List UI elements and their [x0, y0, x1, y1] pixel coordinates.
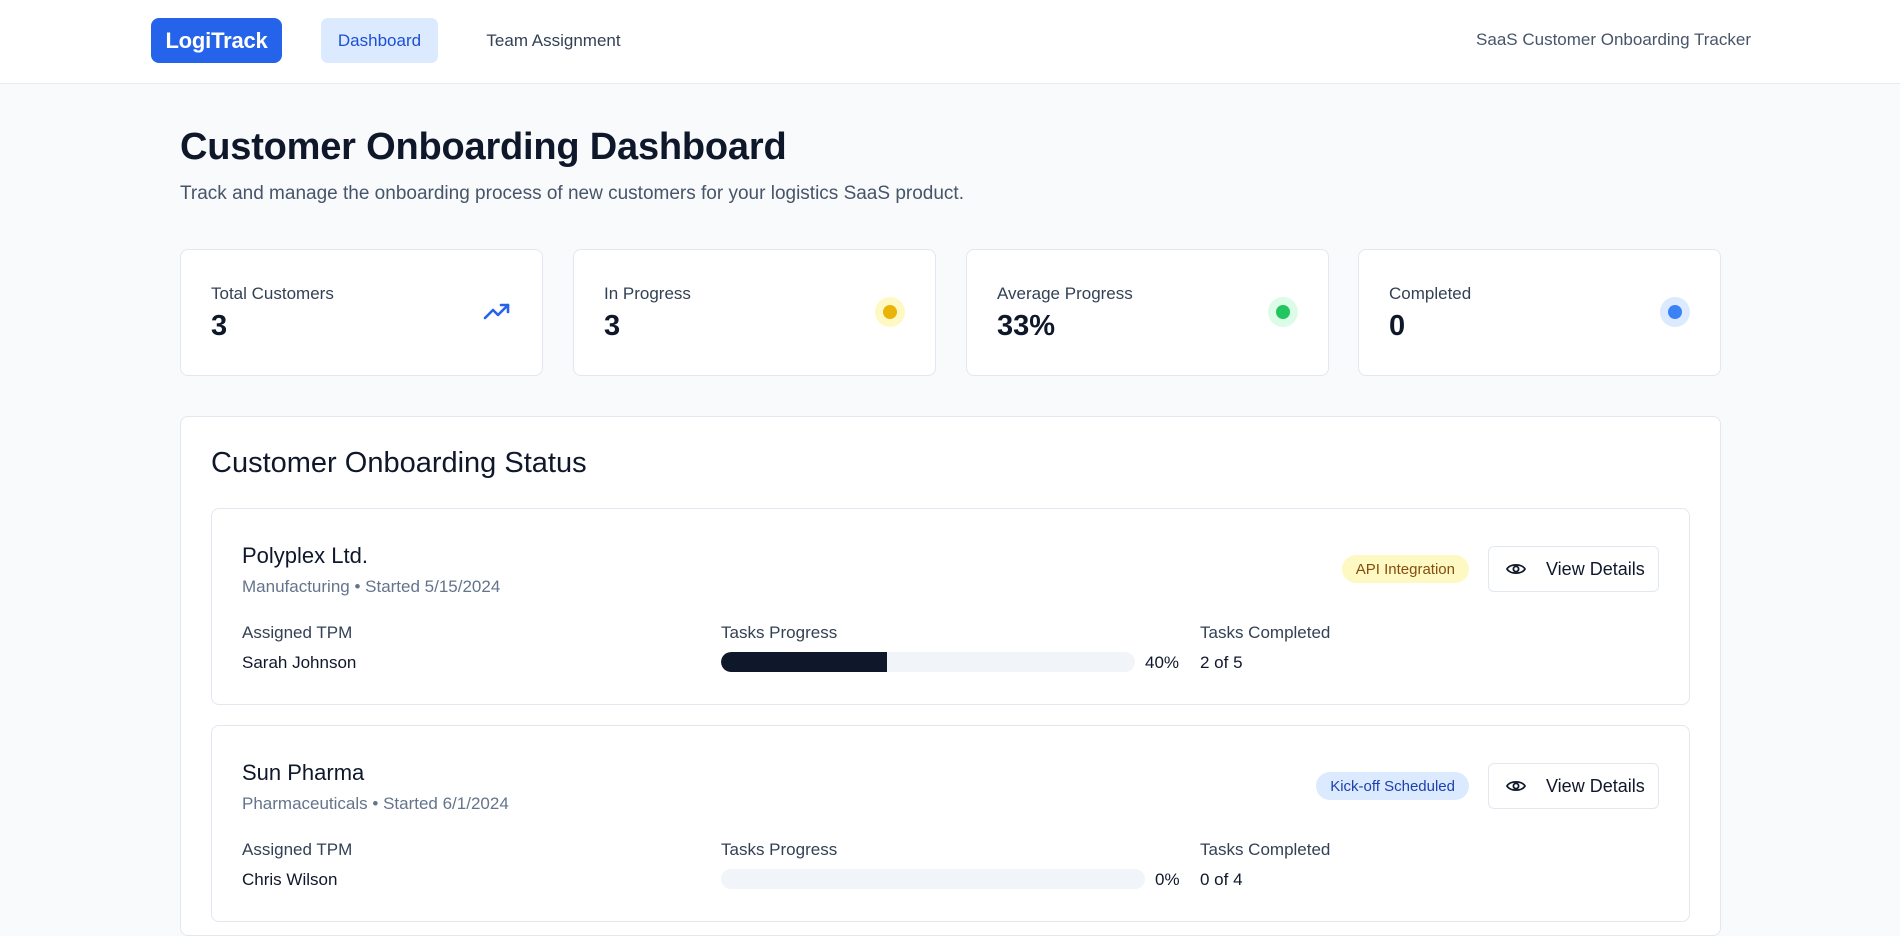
customer-name: Sun Pharma [242, 760, 365, 785]
tasks-completed-label: Tasks Completed [1200, 623, 1331, 642]
stat-card-average-progress: Average Progress 33% [966, 249, 1329, 376]
tpm-name: Chris Wilson [242, 870, 338, 889]
stat-value: 3 [604, 310, 621, 342]
green-dot-icon [1268, 297, 1298, 327]
progress-bar [721, 652, 1135, 672]
view-details-button[interactable]: View Details [1488, 763, 1659, 809]
top-navbar: LogiTrack Dashboard Team Assignment SaaS… [0, 0, 1900, 84]
stat-value: 3 [211, 310, 228, 342]
tasks-progress-label: Tasks Progress [721, 623, 838, 642]
customer-card: Sun Pharma Pharmaceuticals • Started 6/1… [211, 725, 1690, 922]
app-subtitle: SaaS Customer Onboarding Tracker [1476, 30, 1751, 49]
stat-value: 0 [1389, 310, 1406, 342]
customer-meta: Pharmaceuticals • Started 6/1/2024 [242, 794, 509, 813]
stat-label: Total Customers [211, 284, 334, 303]
progress-percent: 0% [1155, 870, 1180, 889]
progress-fill [721, 652, 887, 672]
tasks-completed-value: 2 of 5 [1200, 653, 1243, 672]
tpm-label: Assigned TPM [242, 623, 353, 642]
nav-team-assignment[interactable]: Team Assignment [470, 18, 637, 63]
stat-card-completed: Completed 0 [1358, 249, 1721, 376]
view-details-button[interactable]: View Details [1488, 546, 1659, 592]
stat-label: In Progress [604, 284, 691, 303]
nav-dashboard[interactable]: Dashboard [321, 18, 438, 63]
eye-icon [1506, 779, 1526, 793]
view-details-label: View Details [1546, 775, 1645, 796]
progress-bar [721, 869, 1145, 889]
blue-dot-icon [1660, 297, 1690, 327]
page-description: Track and manage the onboarding process … [180, 183, 964, 204]
tasks-progress-label: Tasks Progress [721, 840, 838, 859]
customer-name: Polyplex Ltd. [242, 543, 368, 568]
stage-badge: Kick-off Scheduled [1316, 772, 1469, 800]
logo[interactable]: LogiTrack [151, 18, 282, 63]
eye-icon [1506, 562, 1526, 576]
progress-percent: 40% [1145, 653, 1180, 672]
tpm-name: Sarah Johnson [242, 653, 357, 672]
tasks-completed-label: Tasks Completed [1200, 840, 1331, 859]
panel-title: Customer Onboarding Status [211, 447, 587, 479]
tasks-completed-value: 0 of 4 [1200, 870, 1243, 889]
stat-label: Average Progress [997, 284, 1133, 303]
onboarding-status-panel: Customer Onboarding Status Polyplex Ltd.… [180, 416, 1721, 936]
stat-label: Completed [1389, 284, 1472, 303]
stage-badge: API Integration [1341, 555, 1469, 583]
yellow-dot-icon [875, 297, 905, 327]
stat-card-in-progress: In Progress 3 [573, 249, 936, 376]
customer-meta: Manufacturing • Started 5/15/2024 [242, 577, 501, 596]
stat-card-total-customers: Total Customers 3 [180, 249, 543, 376]
view-details-label: View Details [1546, 558, 1645, 579]
stat-value: 33% [997, 310, 1056, 342]
tpm-label: Assigned TPM [242, 840, 353, 859]
customer-card: Polyplex Ltd. Manufacturing • Started 5/… [211, 508, 1690, 705]
trending-up-icon [482, 297, 512, 327]
page-title: Customer Onboarding Dashboard [180, 126, 787, 168]
